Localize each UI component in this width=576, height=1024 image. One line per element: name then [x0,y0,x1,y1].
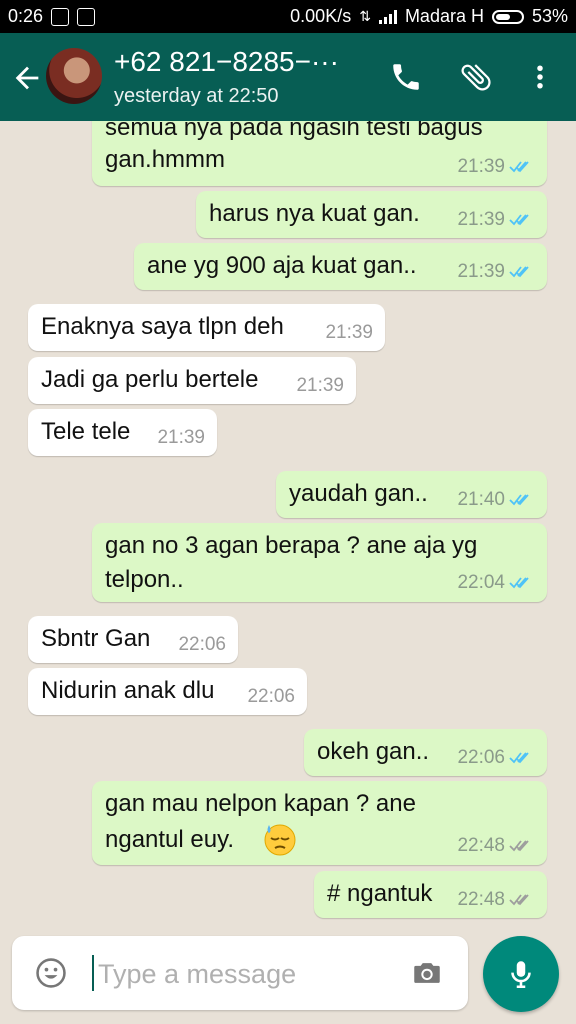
message-bubble[interactable]: harus nya kuat gan. 21:39 [196,191,547,238]
message-text: gan.hmmm [105,146,226,173]
message-text: okeh gan.. [317,738,430,765]
message-text: harus nya kuat gan. [209,200,420,227]
message-time: 22:06 [457,747,505,768]
mic-icon [511,961,531,989]
message-bubble[interactable]: gan no 3 agan berapa ? ane aja yg telpon… [92,523,547,602]
contact-avatar[interactable] [46,48,102,104]
attach-button[interactable] [456,57,496,97]
message-composer [12,936,468,1010]
message-time: 21:39 [457,261,505,282]
emoji-icon[interactable] [34,956,68,990]
sleepy-face-emoji [264,824,296,856]
message-text: # ngantuk [327,880,433,907]
message-text: ngantul euy. [105,826,234,853]
last-seen: yesterday at 22:50 [114,85,279,107]
message-bubble[interactable]: Sbntr Gan 22:06 [28,616,238,663]
text-cursor [92,955,94,991]
read-ticks-icon [509,494,529,506]
call-button[interactable] [386,57,426,97]
back-arrow-icon[interactable] [10,61,44,95]
message-input[interactable] [96,952,400,996]
message-time: 22:04 [457,572,505,593]
message-list[interactable]: semua nya pada ngasih testi bagus gan.hm… [0,121,576,931]
camera-icon[interactable] [410,956,444,990]
message-text: Sbntr Gan [41,625,151,652]
message-bubble[interactable]: Jadi ga perlu bertele 21:39 [28,357,356,404]
message-time: 21:39 [157,427,205,448]
network-speed: 0.00K/s [290,6,352,26]
signal-icon [378,9,397,24]
status-bar: 0:26 0.00K/s ⇅ Madara H 53% [0,0,576,33]
phone-icon [393,64,419,90]
message-bubble[interactable]: yaudah gan.. 21:40 [276,471,547,518]
carrier-name: Madara H [404,6,484,26]
chat-header: +62 821−8285−··· yesterday at 22:50 [0,33,576,121]
message-text: yaudah gan.. [289,480,428,507]
bbm-notification-icon [77,7,96,26]
mic-button[interactable] [483,936,559,1012]
message-bubble[interactable]: gan mau nelpon kapan ? ane ngantul euy. … [92,781,547,865]
delivered-ticks-icon [509,894,529,906]
message-time: 22:48 [457,835,505,856]
battery-percent: 53% [531,6,568,26]
read-ticks-icon [509,577,529,589]
message-text: Jadi ga perlu bertele [41,366,259,393]
message-bubble[interactable]: Enaknya saya tlpn deh 21:39 [28,304,385,351]
message-text: semua nya pada ngasih testi bagus [105,121,483,141]
data-arrows-icon: ⇅ [359,8,371,24]
message-bubble[interactable]: ane yg 900 aja kuat gan.. 21:39 [134,243,547,290]
battery-icon [491,9,524,24]
read-ticks-icon [509,752,529,764]
message-time: 21:40 [457,489,505,510]
contact-name[interactable]: +62 821−8285−··· [114,46,339,78]
message-text: ane yg 900 aja kuat gan.. [147,252,417,279]
message-bubble[interactable]: Nidurin anak dlu 22:06 [28,668,307,715]
message-text: Tele tele [41,418,131,445]
message-text: gan no 3 agan berapa ? ane aja yg [105,532,478,559]
message-bubble[interactable]: Tele tele 21:39 [28,409,217,456]
message-time: 21:39 [325,322,373,343]
message-time: 22:48 [457,889,505,910]
message-text: Enaknya saya tlpn deh [41,313,284,340]
read-ticks-icon [509,266,529,278]
status-time: 0:26 [8,6,44,26]
message-time: 21:39 [457,156,505,177]
more-options-button[interactable] [520,57,560,97]
message-text: Nidurin anak dlu [41,677,215,704]
message-bubble[interactable]: # ngantuk 22:48 [314,871,547,918]
message-text: telpon.. [105,566,184,593]
more-vert-icon [537,65,543,89]
read-ticks-icon [509,214,529,226]
message-time: 21:39 [296,375,344,396]
message-text: gan mau nelpon kapan ? ane [105,790,416,817]
delivered-ticks-icon [509,840,529,852]
read-ticks-icon [509,161,529,173]
message-time: 21:39 [457,209,505,230]
message-time: 22:06 [178,634,226,655]
paperclip-icon [461,64,491,91]
message-bubble[interactable]: semua nya pada ngasih testi bagus gan.hm… [92,121,547,186]
notification-icon [51,7,70,26]
message-bubble[interactable]: okeh gan.. 22:06 [304,729,547,776]
message-time: 22:06 [247,686,295,707]
